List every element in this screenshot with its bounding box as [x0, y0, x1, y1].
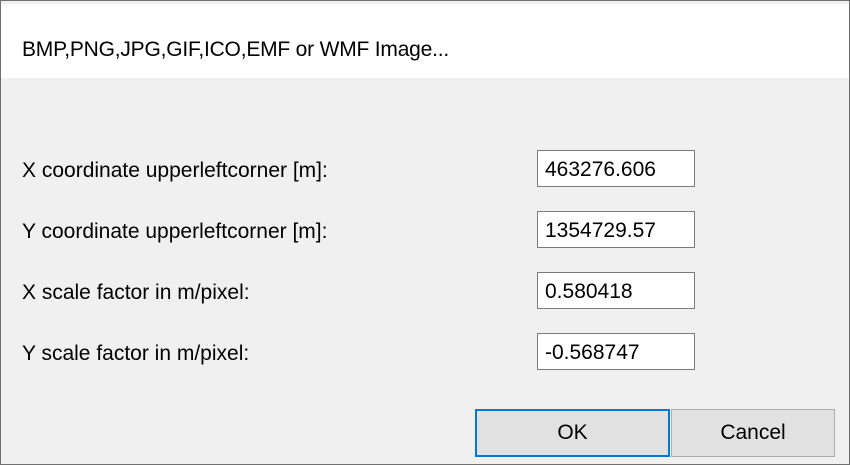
y-scale-input[interactable]	[537, 333, 695, 370]
x-scale-label: X scale factor in m/pixel:	[22, 281, 250, 304]
dialog-title-bar[interactable]: BMP,PNG,JPG,GIF,ICO,EMF or WMF Image...	[1, 4, 849, 78]
y-coordinate-input[interactable]	[537, 211, 695, 248]
ok-button[interactable]: OK	[475, 409, 670, 457]
y-coordinate-label: Y coordinate upperleftcorner [m]:	[22, 220, 328, 243]
dialog-title: BMP,PNG,JPG,GIF,ICO,EMF or WMF Image...	[22, 38, 450, 61]
y-scale-label: Y scale factor in m/pixel:	[22, 342, 250, 365]
x-scale-input[interactable]	[537, 272, 695, 309]
x-coordinate-label: X coordinate upperleftcorner [m]:	[22, 159, 328, 182]
dialog-body	[1, 78, 849, 464]
cancel-button[interactable]: Cancel	[671, 409, 835, 457]
image-georeference-dialog: BMP,PNG,JPG,GIF,ICO,EMF or WMF Image... …	[0, 0, 850, 465]
x-coordinate-input[interactable]	[537, 150, 695, 187]
